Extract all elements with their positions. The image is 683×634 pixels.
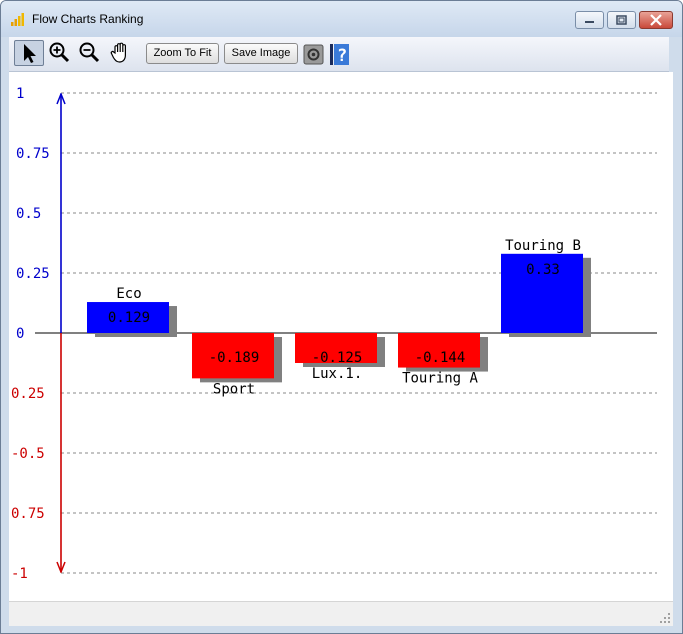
y-tick-label: 0.75 <box>16 146 50 162</box>
zoom-in-icon <box>49 42 70 63</box>
y-tick-label: 0.25 <box>11 386 45 402</box>
bar-value-label: 0.33 <box>526 262 560 278</box>
bar-value-label: 0.129 <box>108 310 150 326</box>
title-bar[interactable]: Flow Charts Ranking <box>1 1 682 37</box>
category-label: Sport <box>213 381 255 397</box>
y-tick-label: 1 <box>16 86 24 102</box>
maximize-icon <box>616 15 627 25</box>
toolbar: Zoom To Fit Save Image ? <box>9 37 669 72</box>
bar-value-label: -0.125 <box>312 350 363 366</box>
bar-value-label: -0.144 <box>415 350 466 366</box>
close-icon <box>650 14 662 26</box>
settings-icon <box>303 44 324 65</box>
category-label: Eco <box>116 286 141 302</box>
zoom-in-tool[interactable] <box>47 40 73 66</box>
zoom-to-fit-button[interactable]: Zoom To Fit <box>146 43 219 64</box>
ranking-bar-chart: 0.129 Eco -0.189 Sport -0.125Lux.1. -0.144 Tou… <box>11 86 657 582</box>
window-title: Flow Charts Ranking <box>32 12 144 26</box>
bar-value-label: -0.189 <box>209 350 260 366</box>
zoom-out-tool[interactable] <box>77 40 103 66</box>
y-tick-label: -1 <box>11 566 28 582</box>
settings-button[interactable] <box>303 40 325 66</box>
y-tick-label: 0.75 <box>11 506 45 522</box>
minimize-button[interactable] <box>575 11 604 29</box>
help-button[interactable]: ? <box>329 40 351 66</box>
close-button[interactable] <box>639 11 673 29</box>
pan-tool[interactable] <box>108 40 134 66</box>
arrow-pointer-icon <box>24 44 36 63</box>
help-icon: ? <box>330 44 349 66</box>
y-tick-label: -0.5 <box>11 446 45 462</box>
app-window: Flow Charts Ranking Zoom To Fit Save Ima… <box>0 0 683 634</box>
y-tick-label: 0.25 <box>16 266 50 282</box>
y-tick-label: 0 <box>16 326 24 342</box>
hand-pan-icon <box>110 42 126 63</box>
save-image-button[interactable]: Save Image <box>224 43 298 64</box>
category-label: Touring B <box>505 238 581 254</box>
category-label: Lux.1. <box>312 366 363 382</box>
resize-grip-icon[interactable] <box>659 612 671 624</box>
chart-bar-icon <box>11 13 24 26</box>
minimize-icon <box>585 21 594 23</box>
svg-text:?: ? <box>337 46 347 66</box>
category-label: Touring A <box>402 371 478 387</box>
y-tick-label: 0.5 <box>16 206 41 222</box>
select-tool[interactable] <box>14 40 44 66</box>
chart-area[interactable]: 0.129 Eco -0.189 Sport -0.125 Lux.1. -0.144 Tou… <box>9 72 673 601</box>
maximize-button[interactable] <box>607 11 636 29</box>
status-bar <box>9 601 673 626</box>
zoom-out-icon <box>79 42 100 63</box>
